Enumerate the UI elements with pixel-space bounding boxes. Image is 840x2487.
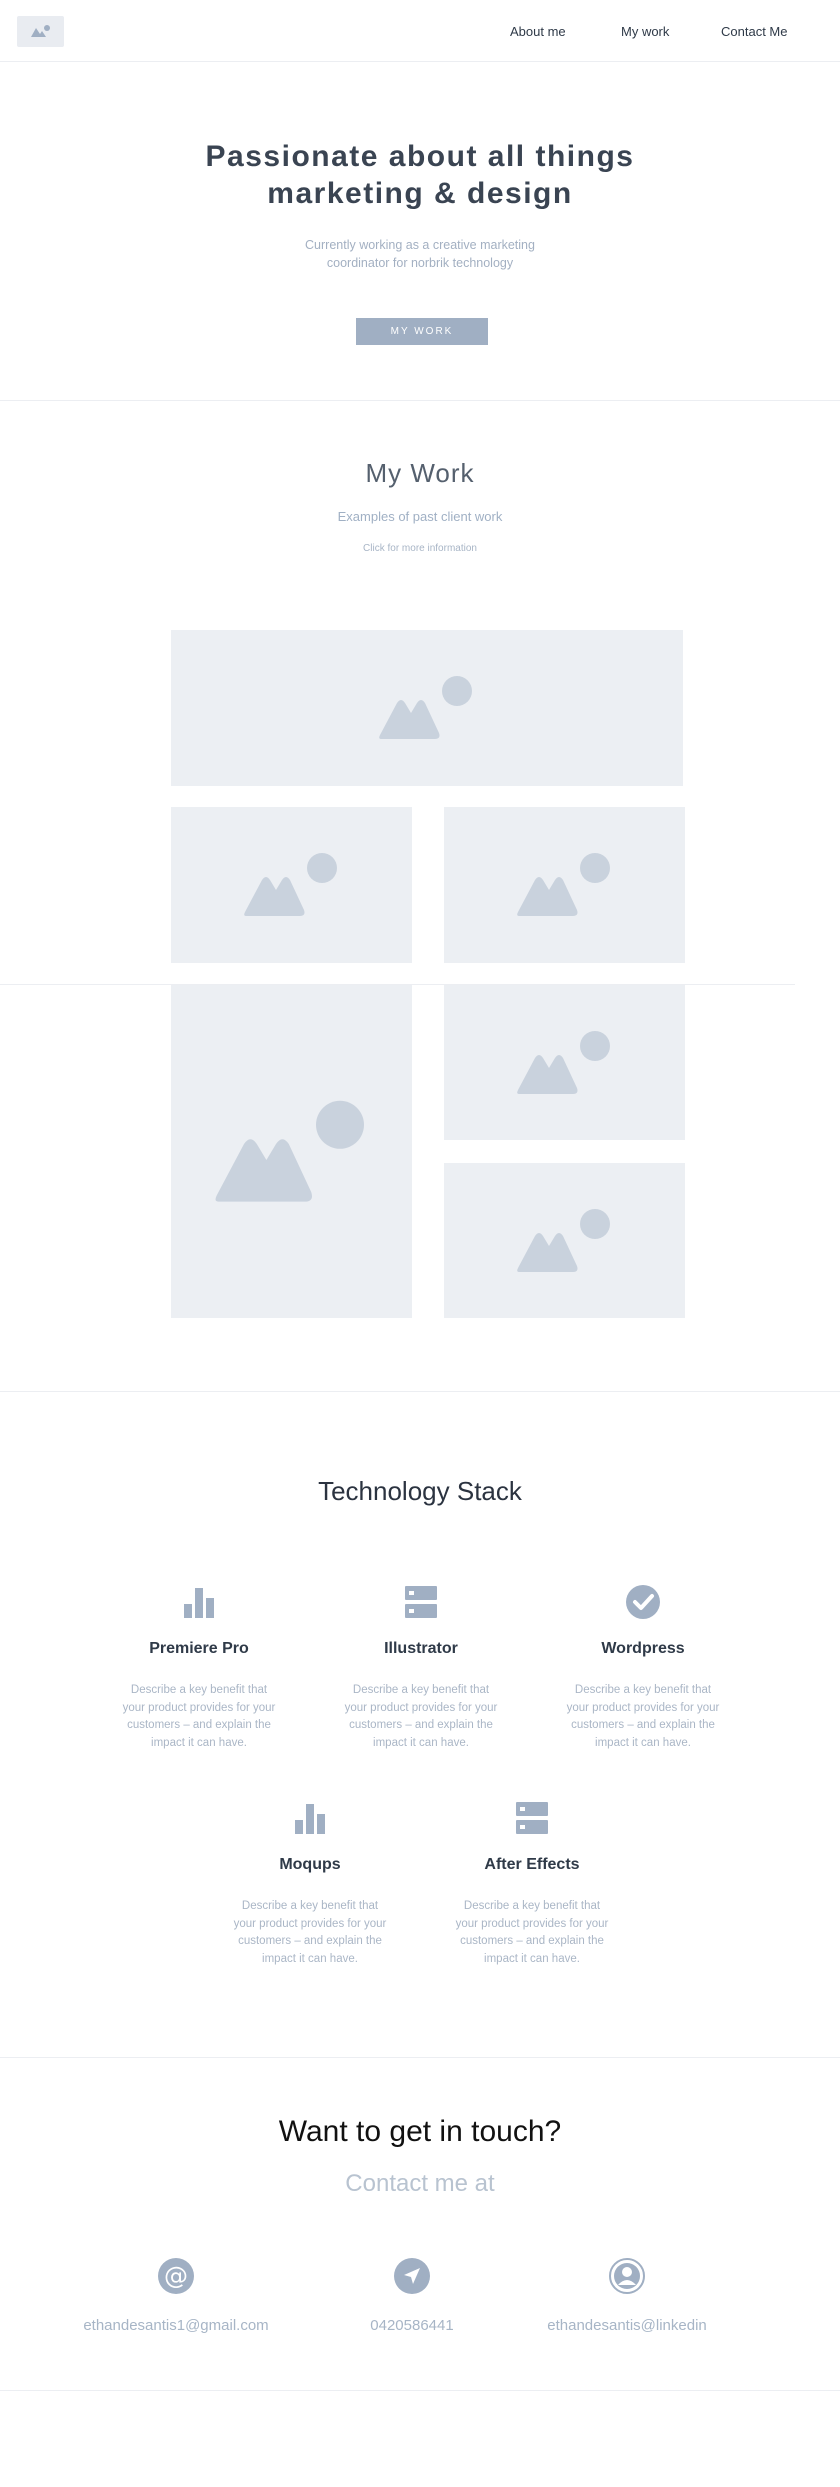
section-divider [0,2390,840,2391]
bar-chart-icon [295,1804,325,1834]
desc-line: Describe a key benefit that [463,1900,601,1912]
bar-chart-icon [184,1588,214,1618]
desc-line: your product provides for your [233,1917,387,1930]
hero-subtitle-line1: Currently working as a creative marketin… [305,238,535,252]
section-divider [0,400,840,401]
tech-item-name: After Effects [484,1856,580,1873]
logo[interactable] [17,16,64,47]
section-divider [0,2057,840,2058]
tech-item-name: Illustrator [384,1640,458,1657]
check-circle-icon [626,1585,660,1619]
contact-subtitle: Contact me at [345,2170,495,2197]
contact-email[interactable]: ethandesantis1@gmail.com [46,2317,306,2334]
image-placeholder-icon [516,1030,610,1094]
tech-item-description: Describe a key benefit that your product… [558,1682,728,1752]
work-item-3[interactable] [444,807,685,963]
image-placeholder-icon [215,1100,364,1202]
location-arrow-icon[interactable] [394,2258,430,2294]
nav-link-contact-me[interactable]: Contact Me [721,24,787,39]
desc-line: Describe a key benefit that [241,1900,379,1912]
my-work-button[interactable]: MY WORK [356,318,488,345]
desc-line: customers – and explain the [460,1935,604,1947]
section-divider [0,1391,840,1392]
desc-line: your product provides for your [122,1701,276,1714]
desc-line: impact it can have. [595,1736,691,1749]
image-placeholder-icon [516,1208,610,1272]
tech-section-title: Technology Stack [318,1476,522,1506]
tech-item-description: Describe a key benefit that your product… [336,1682,506,1752]
work-item-5[interactable] [444,985,685,1140]
hero-title: Passionate about all things marketing & … [0,138,840,212]
desc-line: your product provides for your [455,1917,609,1930]
desc-line: Describe a key benefit that [574,1684,712,1696]
desc-line: customers – and explain the [349,1719,493,1731]
desc-line: customers – and explain the [127,1719,271,1731]
work-section-subtitle: Examples of past client work [337,509,503,524]
image-placeholder-icon [516,853,610,916]
nav-link-about-me[interactable]: About me [510,24,566,39]
hero-subtitle: Currently working as a creative marketin… [270,236,570,272]
contact-linkedin[interactable]: ethandesantis@linkedin [497,2317,757,2334]
image-placeholder-icon [31,25,50,37]
work-item-1[interactable] [171,630,683,786]
work-section-title: My Work [365,458,475,488]
at-sign-icon[interactable]: @ [158,2258,194,2294]
server-icon [516,1802,548,1834]
work-item-6[interactable] [444,1163,685,1318]
tech-item-name: Moqups [279,1856,341,1873]
desc-line: Describe a key benefit that [130,1684,268,1696]
desc-line: customers – and explain the [571,1719,715,1731]
tech-item-description: Describe a key benefit that your product… [225,1898,395,1968]
user-icon[interactable] [609,2258,645,2294]
work-item-2[interactable] [171,807,412,963]
desc-line: your product provides for your [566,1701,720,1714]
desc-line: impact it can have. [373,1736,469,1749]
top-nav: About me My work Contact Me [0,0,840,62]
tech-item-name: Wordpress [601,1640,685,1657]
svg-text:@: @ [164,2262,188,2290]
tech-item-description: Describe a key benefit that your product… [447,1898,617,1968]
desc-line: impact it can have. [484,1952,580,1965]
image-placeholder-icon [243,853,337,916]
image-placeholder-icon [379,676,472,739]
hero-subtitle-line2: coordinator for norbrik technology [326,256,514,270]
work-section-note: Click for more information [363,543,477,554]
server-icon [405,1586,437,1618]
nav-link-my-work[interactable]: My work [621,24,669,39]
hero-title-line1: Passionate about all things [205,140,635,173]
hero-title-line2: marketing & design [267,177,573,210]
desc-line: impact it can have. [151,1736,247,1749]
desc-line: your product provides for your [344,1701,498,1714]
desc-line: Describe a key benefit that [352,1684,490,1696]
work-item-4[interactable] [171,985,412,1318]
desc-line: customers – and explain the [238,1935,382,1947]
desc-line: impact it can have. [262,1952,358,1965]
tech-item-description: Describe a key benefit that your product… [114,1682,284,1752]
contact-title: Want to get in touch? [278,2115,562,2148]
tech-item-name: Premiere Pro [149,1640,249,1657]
